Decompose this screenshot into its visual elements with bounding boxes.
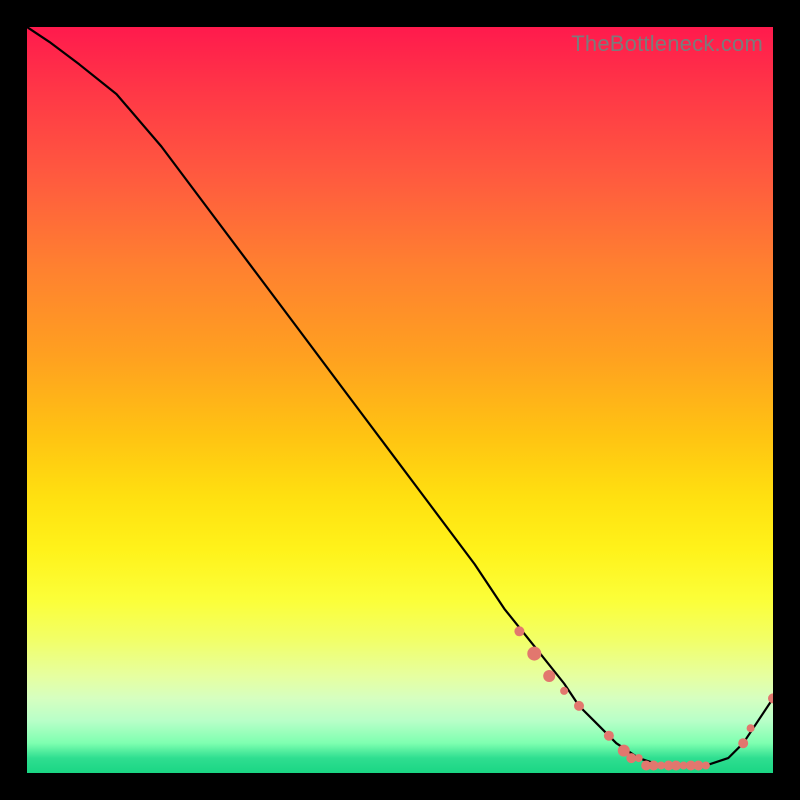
bottleneck-curve-line	[27, 27, 773, 766]
marker-dot	[604, 731, 614, 741]
marker-dot	[702, 762, 710, 770]
marker-dot	[768, 693, 773, 703]
marker-dot	[738, 738, 748, 748]
marker-dot	[635, 754, 643, 762]
marker-dot	[560, 687, 568, 695]
marker-dot	[747, 724, 755, 732]
marker-dot	[527, 647, 541, 661]
marker-dot	[574, 701, 584, 711]
marker-dot	[514, 626, 524, 636]
chart-svg	[27, 27, 773, 773]
chart-stage: TheBottleneck.com	[0, 0, 800, 800]
marker-group	[514, 626, 773, 770]
plot-area: TheBottleneck.com	[27, 27, 773, 773]
marker-dot	[543, 670, 555, 682]
